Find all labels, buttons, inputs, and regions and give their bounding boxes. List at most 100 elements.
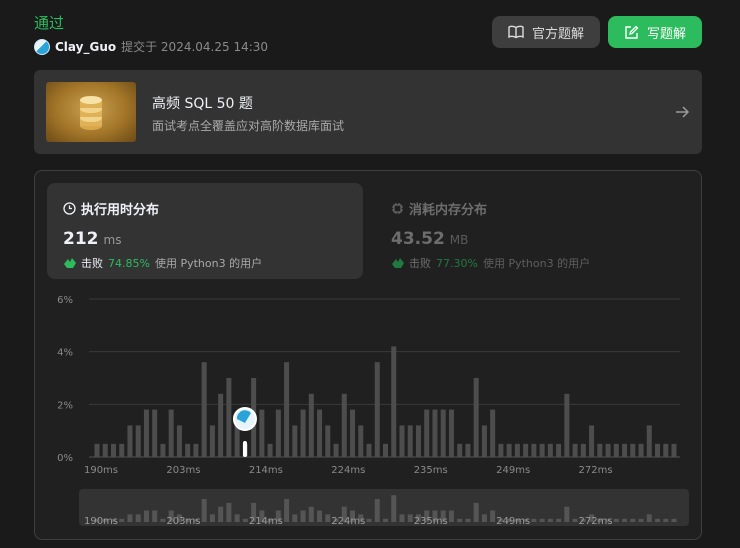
chart-bar[interactable] [613, 443, 619, 457]
chart-bar[interactable] [152, 409, 158, 457]
chart-bar[interactable] [209, 425, 215, 457]
chart-bar[interactable] [135, 425, 141, 457]
navigator-bar [630, 518, 636, 522]
chart-bar[interactable] [473, 378, 479, 457]
chart-bar[interactable] [424, 409, 430, 457]
chart-bar[interactable] [110, 443, 116, 457]
chart-bar[interactable] [531, 443, 537, 457]
chart-bar[interactable] [168, 409, 174, 457]
chart-bar[interactable] [176, 425, 182, 457]
chart-bar[interactable] [341, 393, 347, 457]
user-marker-bar [242, 441, 247, 457]
navigator-tick-label: 272ms [579, 516, 613, 527]
chart-bar[interactable] [671, 443, 677, 457]
chart-bar[interactable] [102, 443, 108, 457]
chart-bar[interactable] [655, 443, 661, 457]
chart-bar[interactable] [556, 443, 562, 457]
chart-bar[interactable] [185, 443, 191, 457]
chart-bar[interactable] [547, 443, 553, 457]
chart-bar[interactable] [234, 425, 240, 457]
chart-bar[interactable] [284, 362, 290, 457]
chart-bar[interactable] [432, 409, 438, 457]
navigator-bar [234, 514, 240, 522]
write-solution-button[interactable]: 写题解 [608, 16, 702, 48]
chart-bar[interactable] [589, 425, 595, 457]
navigator-bar [646, 514, 652, 522]
chart-bar[interactable] [308, 393, 314, 457]
chart-bar[interactable] [440, 409, 446, 457]
chart-bar[interactable] [523, 443, 529, 457]
navigator-tick-label: 249ms [496, 516, 530, 527]
runtime-distribution-chart[interactable]: 0% 2% 4% 6% 190ms 203ms 214ms 224ms 235ms 249ms 27… [35, 171, 701, 539]
chart-bar[interactable] [572, 443, 578, 457]
chart-bar[interactable] [94, 443, 100, 457]
chart-bar[interactable] [407, 425, 413, 457]
chart-bar[interactable] [350, 409, 356, 457]
chart-bar[interactable] [399, 425, 405, 457]
chart-bar[interactable] [539, 443, 545, 457]
navigator-bar [564, 506, 570, 522]
chart-bar[interactable] [663, 443, 669, 457]
chart-bar[interactable] [630, 443, 636, 457]
chart-bar[interactable] [325, 425, 331, 457]
chart-bar[interactable] [143, 409, 149, 457]
navigator-bar [399, 514, 405, 522]
navigator-bar [556, 518, 562, 522]
chart-bar[interactable] [127, 425, 133, 457]
navigator-bar [143, 510, 149, 522]
chart-bar[interactable] [490, 409, 496, 457]
chart-bar[interactable] [580, 443, 586, 457]
chart-bar[interactable] [448, 409, 454, 457]
banner-image [46, 82, 136, 142]
chart-bar[interactable] [465, 443, 471, 457]
chart-bar[interactable] [564, 393, 570, 457]
chart-bar[interactable] [201, 362, 207, 457]
arrow-right-icon[interactable] [674, 104, 690, 120]
chart-bar[interactable] [415, 425, 421, 457]
study-plan-banner[interactable]: 高频 SQL 50 题 面试考点全覆盖应对高阶数据库面试 [34, 70, 702, 154]
submitter-info: Clay_Guo 提交于 2024.04.25 14:30 [34, 38, 268, 55]
chart-bar[interactable] [457, 443, 463, 457]
navigator-bar [531, 518, 537, 522]
chart-bar[interactable] [218, 393, 224, 457]
chart-bar[interactable] [300, 409, 306, 457]
username[interactable]: Clay_Guo [55, 40, 116, 54]
chart-bar[interactable] [358, 425, 364, 457]
chart-bar[interactable] [383, 443, 388, 457]
chart-bar[interactable] [514, 443, 520, 457]
navigator-bar [465, 518, 471, 522]
official-solution-button[interactable]: 官方题解 [492, 16, 600, 48]
chart-bar[interactable] [622, 443, 628, 457]
chart-bar[interactable] [333, 443, 339, 457]
chart-bar[interactable] [638, 443, 644, 457]
navigator-tick-label: 224ms [331, 516, 365, 527]
chart-bar[interactable] [160, 443, 166, 457]
chart-bar[interactable] [597, 443, 603, 457]
chart-bar[interactable] [226, 378, 232, 457]
chart-bar[interactable] [506, 443, 512, 457]
chart-bar[interactable] [193, 443, 199, 457]
chart-bar[interactable] [119, 443, 125, 457]
chart-bar[interactable] [366, 443, 372, 457]
x-tick-label: 224ms [331, 465, 365, 476]
chart-bar[interactable] [374, 362, 380, 457]
avatar[interactable] [34, 38, 50, 55]
chart-bar[interactable] [275, 409, 281, 457]
chart-bar[interactable] [259, 409, 265, 457]
navigator-bar [209, 514, 215, 522]
chart-bar[interactable] [481, 425, 487, 457]
navigator-bar [325, 514, 331, 522]
chart-bar[interactable] [267, 443, 273, 457]
chart-bar[interactable] [317, 409, 323, 457]
navigator-bar [539, 518, 545, 522]
chart-bar[interactable] [605, 443, 611, 457]
navigator-bar [300, 510, 306, 522]
chart-bar[interactable] [646, 425, 652, 457]
navigator-bar [490, 510, 496, 522]
chart-bar[interactable] [391, 346, 397, 457]
chart-bar[interactable] [498, 443, 504, 457]
chart-bar[interactable] [292, 425, 298, 457]
distribution-panel: 执行用时分布 212 ms 击败 74.85% 使用 Python3 的用户 消耗… [34, 170, 702, 540]
navigator-bar [292, 514, 298, 522]
navigator-bar [317, 510, 323, 522]
